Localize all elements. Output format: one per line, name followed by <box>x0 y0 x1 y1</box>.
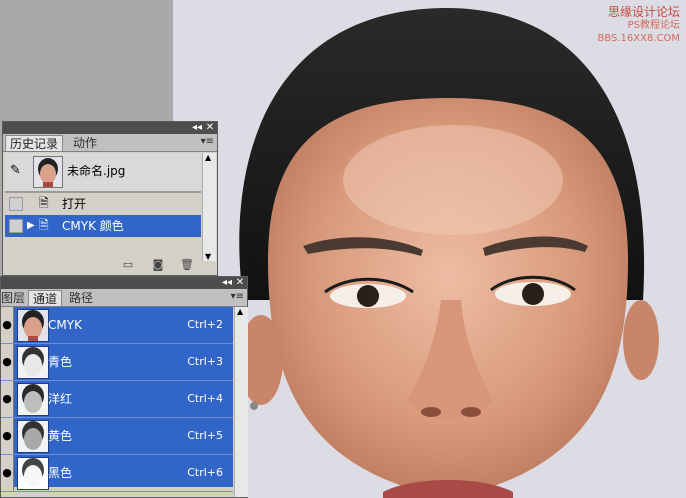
channel-row-black[interactable]: ● 黑色 Ctrl+6 <box>1 455 233 492</box>
channel-shortcut: Ctrl+2 <box>187 318 223 331</box>
panel-menu-icon[interactable]: ▾≡ <box>231 291 244 302</box>
history-tabs: 历史记录 动作 ▾≡ <box>3 134 217 152</box>
channel-name: 黄色 <box>48 429 73 443</box>
history-state-pointer-icon: ▶ <box>27 220 35 231</box>
scroll-up-icon[interactable]: ▲ <box>237 307 243 316</box>
watermark: 思缘设计论坛 PS教程论坛 BBS.16XX8.COM <box>597 6 680 45</box>
scroll-up-icon[interactable]: ▲ <box>205 153 211 162</box>
snapshot-thumbnail <box>33 156 63 188</box>
history-brush-icon[interactable]: ✎ <box>10 163 21 178</box>
tab-actions[interactable]: 动作 <box>69 135 101 151</box>
visibility-eye-icon[interactable]: ● <box>1 307 14 343</box>
history-scrollbar[interactable]: ▲ ▼ <box>202 153 216 261</box>
history-state-open[interactable]: 🗎 打开 <box>5 193 201 215</box>
tab-layers[interactable]: 图层 <box>0 290 29 306</box>
channel-name: CMYK <box>48 318 82 332</box>
channel-row-cyan[interactable]: ● 青色 Ctrl+3 <box>1 344 233 381</box>
visibility-eye-icon[interactable]: ● <box>1 381 14 417</box>
channel-row-magenta[interactable]: ● 洋红 Ctrl+4 <box>1 381 233 418</box>
channels-tabs: 图层 通道 路径 ▾≡ <box>1 289 247 307</box>
watermark-line2: PS教程论坛 <box>627 20 680 31</box>
tab-history[interactable]: 历史记录 <box>5 135 64 151</box>
channel-name: 黑色 <box>48 466 73 480</box>
history-source-checkbox[interactable] <box>9 219 23 233</box>
tab-channels[interactable]: 通道 <box>28 290 63 306</box>
snapshot-row[interactable]: ✎ 未命名.jpg <box>5 153 201 193</box>
visibility-eye-icon[interactable]: ● <box>1 344 14 380</box>
channel-shortcut: Ctrl+5 <box>187 429 223 442</box>
channel-name: 洋红 <box>48 392 73 406</box>
channel-row-cmyk[interactable]: ● CMYK Ctrl+2 <box>1 307 233 344</box>
channel-shortcut: Ctrl+6 <box>187 466 223 479</box>
channel-thumbnail <box>17 309 49 342</box>
close-icon[interactable]: ✕ <box>204 122 216 134</box>
history-footer: ▭ ◙ 🗑 <box>3 257 217 275</box>
channel-shortcut: Ctrl+4 <box>187 392 223 405</box>
document-state-icon: 🗎 <box>39 196 49 210</box>
snapshot-camera-icon[interactable]: ◙ <box>151 259 165 271</box>
history-titlebar[interactable]: ◂◂ ✕ <box>3 122 217 134</box>
tab-paths[interactable]: 路径 <box>65 290 97 306</box>
collapse-icon[interactable]: ◂◂ <box>191 122 203 134</box>
history-list: ✎ 未命名.jpg 🗎 打开 ▶ 🗎 CMYK 颜色 ▲ ▼ <box>5 153 216 261</box>
watermark-line1: 思缘设计论坛 <box>607 5 680 19</box>
snapshot-label: 未命名.jpg <box>67 164 126 178</box>
portrait-image <box>173 0 686 498</box>
channels-titlebar[interactable]: ◂◂ ✕ <box>1 277 247 289</box>
watermark-line3: BBS.16XX8.COM <box>597 33 680 44</box>
visibility-eye-icon[interactable]: ● <box>1 455 14 491</box>
history-panel: ◂◂ ✕ 历史记录 动作 ▾≡ ✎ 未命名.jpg 🗎 打开 ▶ 🗎 CMYK … <box>2 121 218 276</box>
channel-row-yellow[interactable]: ● 黄色 Ctrl+5 <box>1 418 233 455</box>
visibility-eye-icon[interactable]: ● <box>1 418 14 454</box>
channels-panel: ◂◂ ✕ 图层 通道 路径 ▾≡ ● CMYK Ctrl+2 ● 青色 Ctrl… <box>0 276 248 498</box>
channel-thumbnail <box>17 420 49 453</box>
history-state-label: 打开 <box>62 197 87 211</box>
channels-scrollbar[interactable]: ▲ <box>234 307 248 497</box>
channel-list: ● CMYK Ctrl+2 ● 青色 Ctrl+3 ● 洋红 Ctrl+4 ● … <box>1 307 233 492</box>
history-state-cmyk[interactable]: ▶ 🗎 CMYK 颜色 <box>5 215 201 237</box>
channel-thumbnail <box>17 346 49 379</box>
trash-icon[interactable]: 🗑 <box>180 259 194 271</box>
history-source-checkbox[interactable] <box>9 197 23 211</box>
channel-name: 青色 <box>48 355 73 369</box>
channel-thumbnail <box>17 383 49 416</box>
document-state-icon: 🗎 <box>39 218 49 232</box>
history-state-label: CMYK 颜色 <box>62 219 124 233</box>
close-icon[interactable]: ✕ <box>234 277 246 289</box>
collapse-icon[interactable]: ◂◂ <box>221 277 233 289</box>
new-document-icon[interactable]: ▭ <box>121 259 135 271</box>
panel-menu-icon[interactable]: ▾≡ <box>201 136 214 147</box>
channel-shortcut: Ctrl+3 <box>187 355 223 368</box>
channel-thumbnail <box>17 457 49 490</box>
document-canvas[interactable]: 思缘设计论坛 PS教程论坛 BBS.16XX8.COM <box>173 0 686 498</box>
